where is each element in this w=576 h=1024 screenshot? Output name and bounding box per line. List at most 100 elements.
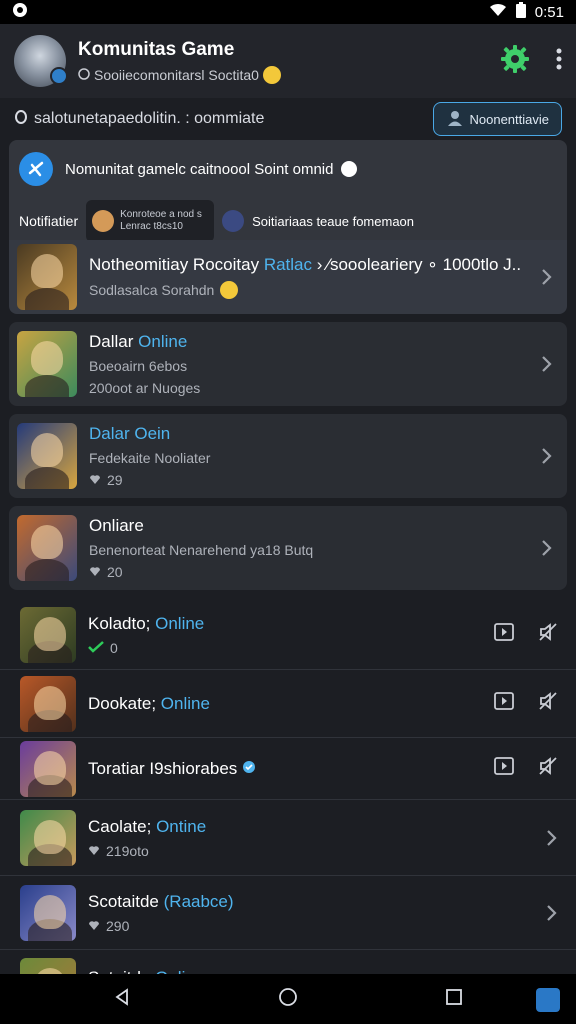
member-row[interactable]: Toratiar I9shiorabes xyxy=(0,738,576,800)
user-icon xyxy=(446,109,464,130)
battery-icon xyxy=(515,1,527,23)
game-thumbnail xyxy=(17,423,77,489)
home-icon[interactable] xyxy=(278,987,298,1012)
like-count: 219oto xyxy=(106,842,149,859)
check-icon xyxy=(341,161,358,177)
chip-line-2: Lenrac t8cs10 xyxy=(120,221,183,232)
chevron-right-icon[interactable] xyxy=(540,827,562,849)
chevron-right-icon[interactable] xyxy=(535,445,557,467)
smile-emoji-icon xyxy=(220,281,239,299)
app-header: Komunitas Game Sooiiecomonitarsl Soctita… xyxy=(0,24,576,98)
card-subtitle: Boeoairn 6ebos xyxy=(89,358,188,374)
chevron-right-icon[interactable] xyxy=(540,902,562,924)
card-subtitle: Sodlasalca Sorahdn xyxy=(89,282,215,298)
card-title: Notheomitiay Rocoitay xyxy=(89,255,260,274)
chip-line-1: Konroteoe a nod s xyxy=(120,209,202,220)
member-card[interactable]: Onliare Benenorteat Nenarehend ya18 Butq… xyxy=(9,506,567,590)
row-title: Scotaitde xyxy=(88,891,159,911)
notification-panel[interactable]: Nomunitat gamelc caitnoool Soint omnid N… xyxy=(9,140,567,242)
online-status-label: Online xyxy=(160,693,210,713)
heart-icon xyxy=(88,918,100,934)
heart-icon xyxy=(89,472,101,488)
row-count: 0 xyxy=(110,639,118,656)
app-notification-icon xyxy=(12,2,28,23)
notification-label: Notifiatier xyxy=(19,213,79,229)
back-icon[interactable] xyxy=(113,987,131,1011)
member-row[interactable]: Koladto; Online 0 xyxy=(0,600,576,670)
card-title: Dallar xyxy=(89,332,134,351)
game-thumbnail xyxy=(17,244,77,310)
member-card[interactable]: Dalar Oein Fedekaite Nooliater 29 xyxy=(9,414,567,498)
game-thumbnail xyxy=(17,331,77,397)
verified-badge-icon xyxy=(50,67,68,85)
online-status-label: Online xyxy=(138,332,188,351)
row-title: Koladto; xyxy=(88,613,151,633)
status-bar: 0:51 xyxy=(0,0,576,24)
game-thumbnail xyxy=(20,740,76,797)
online-status-label: Ontine xyxy=(156,816,207,836)
card-title: Onliare xyxy=(89,516,144,535)
search-bar[interactable]: salotunetapaedolitin. : oommiate Noonent… xyxy=(0,98,576,140)
like-count: 29 xyxy=(107,472,123,488)
notification-bell-icon xyxy=(19,152,53,186)
smile-emoji-icon xyxy=(262,65,281,84)
online-status-label: Dalar Oein xyxy=(89,424,171,443)
chevron-right-icon[interactable] xyxy=(535,537,557,559)
notification-user[interactable]: Soitiariaas teaue fomemaon xyxy=(222,210,414,232)
notification-settings-button[interactable]: Noonenttiavie xyxy=(432,102,562,136)
game-thumbnail xyxy=(20,606,76,663)
card-detail: 200oot ar Nuoges xyxy=(89,380,201,396)
row-title: Dookate; xyxy=(88,693,157,713)
online-status-label: Online xyxy=(155,613,205,633)
like-count: 290 xyxy=(106,917,130,934)
wifi-icon xyxy=(489,3,507,21)
card-title-tail: › ⁄soooleariery ∘ 1000tlo J.. xyxy=(316,255,522,274)
search-icon xyxy=(14,109,28,130)
heart-icon xyxy=(89,564,101,580)
search-input-text[interactable]: salotunetapaedolitin. : oommiate xyxy=(34,110,433,128)
member-card[interactable]: Notheomitiay Rocoitay Ratlac › ⁄sooolear… xyxy=(9,240,567,314)
game-thumbnail xyxy=(20,809,76,866)
row-title: Toratiar I9shiorabes xyxy=(88,758,238,778)
verified-icon xyxy=(242,759,256,778)
online-status-icon xyxy=(78,67,90,83)
game-thumbnail xyxy=(20,675,76,732)
member-row[interactable]: Scotaitde (Raabce) 290 xyxy=(0,876,576,950)
member-card[interactable]: Dallar Online Boeoairn 6ebos 200oot ar N… xyxy=(9,322,567,406)
game-thumbnail xyxy=(17,515,77,581)
like-count: 20 xyxy=(107,564,123,580)
row-title-accent: (Raabce) xyxy=(163,891,234,911)
heart-icon xyxy=(88,843,100,859)
card-title-accent: Ratlac xyxy=(263,255,312,274)
play-video-icon[interactable] xyxy=(494,757,514,780)
member-row[interactable]: Dookate; Online xyxy=(0,670,576,738)
notification-chip[interactable]: Konroteoe a nod s Lenrac t8cs10 xyxy=(86,200,215,242)
card-subtitle: Benenorteat Nenarehend ya18 Butq xyxy=(89,542,314,558)
notification-settings-label: Noonenttiavie xyxy=(469,111,550,127)
settings-gear-icon[interactable] xyxy=(500,44,530,79)
system-nav-bar xyxy=(0,974,576,1024)
accessibility-icon[interactable] xyxy=(536,988,560,1012)
game-thumbnail xyxy=(20,884,76,941)
row-title: Caolate; xyxy=(88,816,152,836)
chip-avatar xyxy=(92,210,115,232)
mute-icon[interactable] xyxy=(538,622,558,647)
user-avatar xyxy=(222,210,245,232)
more-options-icon[interactable] xyxy=(556,48,562,75)
mute-icon[interactable] xyxy=(538,691,558,716)
notification-message: Nomunitat gamelc caitnoool Soint omnid xyxy=(65,160,334,178)
page-title: Komunitas Game xyxy=(78,38,235,60)
status-time: 0:51 xyxy=(534,3,564,21)
mute-icon[interactable] xyxy=(538,756,558,781)
play-video-icon[interactable] xyxy=(494,623,514,646)
notification-user-text: Soitiariaas teaue fomemaon xyxy=(252,213,415,229)
play-video-icon[interactable] xyxy=(494,692,514,715)
chevron-right-icon[interactable] xyxy=(535,353,557,375)
community-avatar[interactable] xyxy=(14,35,68,87)
chevron-right-icon[interactable] xyxy=(535,266,557,288)
online-check-icon xyxy=(88,640,104,656)
recents-icon[interactable] xyxy=(445,988,463,1011)
member-row[interactable]: Caolate; Ontine 219oto xyxy=(0,800,576,876)
header-subtitle: Sooiiecomonitarsl Soctita0 xyxy=(94,66,259,83)
card-subtitle: Fedekaite Nooliater xyxy=(89,450,211,466)
